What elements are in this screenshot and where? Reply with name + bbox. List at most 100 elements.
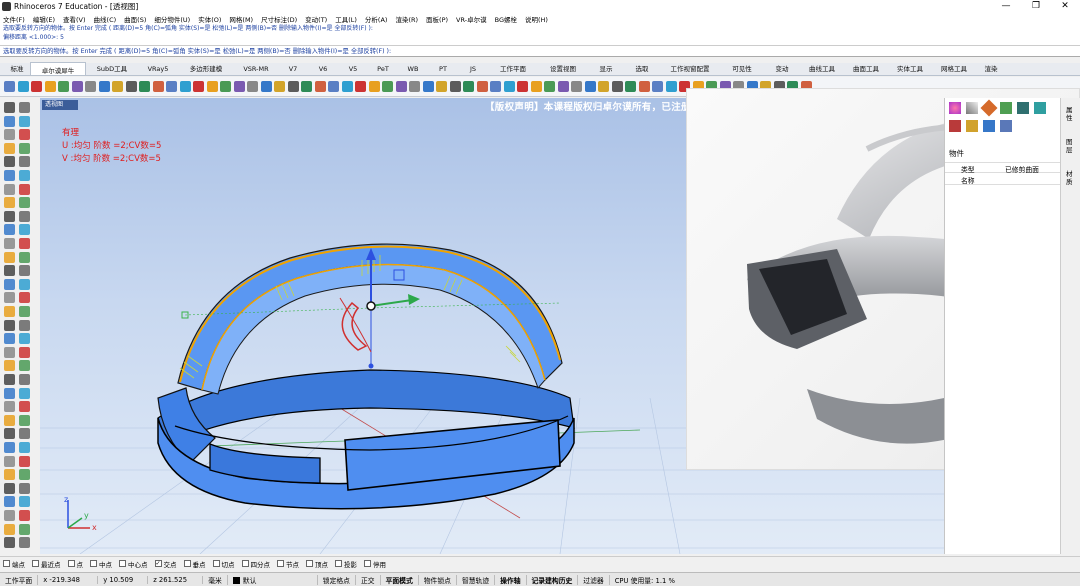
toolbar-tool-icon[interactable]	[395, 81, 407, 92]
left-tool-icon[interactable]	[19, 482, 30, 494]
left-tool-icon[interactable]	[4, 210, 15, 222]
toolbar-tool-icon[interactable]	[368, 81, 380, 92]
bulb-icon[interactable]	[966, 120, 978, 132]
left-tool-icon[interactable]	[4, 442, 15, 453]
osnap-5[interactable]: 交点	[154, 559, 177, 569]
status-gumball[interactable]: 操作轴	[495, 574, 527, 585]
status-osnap[interactable]: 物件锁点	[419, 574, 457, 585]
toolbar-tool-icon[interactable]	[638, 81, 650, 92]
status-grid-snap[interactable]: 锁定格点	[318, 574, 356, 585]
osnap-checkbox[interactable]	[335, 560, 342, 567]
left-tool-icon[interactable]	[19, 414, 30, 426]
menu-curve[interactable]: 曲线(C)	[94, 14, 117, 24]
left-tool-icon[interactable]	[19, 115, 30, 127]
left-tool-icon[interactable]	[4, 319, 15, 331]
osnap-6[interactable]: 垂点	[183, 559, 206, 569]
left-tool-icon[interactable]	[19, 360, 30, 372]
toolbar-tool-icon[interactable]	[125, 81, 137, 92]
red-box-icon[interactable]	[949, 120, 961, 132]
material-icon[interactable]	[949, 102, 961, 114]
tab-5[interactable]: VSR-MR	[234, 63, 278, 75]
left-tool-icon[interactable]	[19, 292, 30, 304]
tab-11[interactable]: PT	[428, 63, 458, 75]
left-tool-icon[interactable]	[19, 210, 30, 222]
toolbar-tool-icon[interactable]	[112, 81, 123, 92]
left-tool-icon[interactable]	[19, 401, 30, 413]
toolbar-tool-icon[interactable]	[166, 81, 177, 92]
left-tool-icon[interactable]	[19, 183, 30, 195]
menu-solid[interactable]: 实体(O)	[198, 14, 221, 24]
tab-9[interactable]: PeT	[368, 63, 398, 75]
tab-7[interactable]: V6	[308, 63, 338, 75]
toolbar-tool-icon[interactable]	[382, 81, 393, 92]
tab-20[interactable]: 曲线工具	[800, 61, 844, 75]
left-tool-icon[interactable]	[4, 170, 15, 181]
left-tool-icon[interactable]	[19, 129, 30, 141]
osnap-checkbox[interactable]	[67, 560, 75, 567]
toolbar-tool-icon[interactable]	[476, 81, 488, 92]
left-tool-icon[interactable]	[4, 197, 15, 209]
toolbar-tool-icon[interactable]	[517, 81, 528, 92]
left-tool-icon[interactable]	[19, 142, 30, 154]
osnap-checkbox[interactable]	[32, 560, 39, 567]
restore-button[interactable]: ❐	[1021, 0, 1051, 13]
osnap-checkbox[interactable]	[306, 560, 313, 567]
left-tool-icon[interactable]	[4, 142, 15, 154]
toolbar-tool-icon[interactable]	[179, 81, 191, 92]
osnap-checkbox[interactable]	[183, 560, 191, 567]
left-tool-icon[interactable]	[4, 265, 15, 277]
toolbar-tool-icon[interactable]	[274, 81, 285, 92]
status-layer[interactable]: 默认	[228, 574, 318, 585]
teal-cube-icon[interactable]	[1017, 102, 1029, 114]
toolbar-tool-icon[interactable]	[260, 81, 272, 92]
menu-vr[interactable]: VR-卓尔谟	[456, 14, 487, 24]
tab-2[interactable]: SubD工具	[86, 61, 138, 75]
left-tool-icon[interactable]	[19, 374, 30, 385]
left-tool-icon[interactable]	[4, 129, 15, 141]
command-prompt[interactable]: 选取要反转方向的物体。按 Enter 完成 ( 距离(D)=5 角(C)=弧角 …	[0, 46, 1080, 57]
left-tool-icon[interactable]	[4, 523, 15, 535]
diamond-icon[interactable]	[980, 99, 998, 117]
check-icon[interactable]	[983, 120, 995, 132]
osnap-4[interactable]: 中心点	[119, 559, 148, 569]
tab-17[interactable]: 工作视窗配置	[660, 61, 720, 75]
cylinder-icon[interactable]	[1000, 120, 1012, 132]
tab-4[interactable]: 多边形建模	[178, 61, 234, 75]
left-tool-icon[interactable]	[19, 537, 30, 549]
toolbar-tool-icon[interactable]	[206, 81, 218, 92]
tab-14[interactable]: 设置视图	[538, 61, 588, 75]
toolbar-tool-icon[interactable]	[598, 81, 609, 92]
left-tool-icon[interactable]	[4, 387, 15, 399]
left-tool-icon[interactable]	[4, 156, 15, 168]
osnap-checkbox[interactable]	[90, 560, 97, 567]
toolbar-tool-icon[interactable]	[625, 81, 636, 92]
left-tool-icon[interactable]	[4, 510, 15, 521]
toolbar-tool-icon[interactable]	[530, 81, 542, 92]
left-tool-icon[interactable]	[4, 482, 15, 494]
menu-help[interactable]: 说明(H)	[525, 14, 548, 24]
left-tool-icon[interactable]	[19, 469, 30, 481]
osnap-2[interactable]: 点	[67, 559, 83, 569]
left-tool-icon[interactable]	[19, 306, 30, 317]
menu-analyze[interactable]: 分析(A)	[365, 14, 388, 24]
osnap-1[interactable]: 最近点	[32, 559, 61, 569]
toolbar-tool-icon[interactable]	[193, 81, 204, 92]
left-tool-icon[interactable]	[4, 374, 15, 385]
menu-edit[interactable]: 编辑(E)	[33, 14, 55, 24]
viewport-tab[interactable]: 透视图	[42, 100, 78, 110]
left-tool-icon[interactable]	[4, 537, 15, 549]
osnap-checkbox[interactable]	[241, 560, 249, 567]
left-tool-icon[interactable]	[19, 156, 30, 168]
toolbar-tool-icon[interactable]	[328, 81, 339, 92]
toolbar-tool-icon[interactable]	[665, 81, 677, 92]
side-tab-properties[interactable]: 属性	[1066, 106, 1076, 122]
green-cube-icon[interactable]	[1000, 102, 1012, 114]
toolbar-tool-icon[interactable]	[44, 81, 56, 92]
tab-1[interactable]: 卓尔谟犀牛	[30, 62, 86, 75]
tab-21[interactable]: 曲面工具	[844, 61, 888, 75]
tab-15[interactable]: 显示	[588, 61, 624, 75]
toolbar-tool-icon[interactable]	[301, 81, 312, 92]
status-cplane[interactable]: 工作平面	[0, 574, 39, 585]
osnap-0[interactable]: 端点	[3, 559, 25, 569]
left-tool-icon[interactable]	[4, 333, 15, 345]
